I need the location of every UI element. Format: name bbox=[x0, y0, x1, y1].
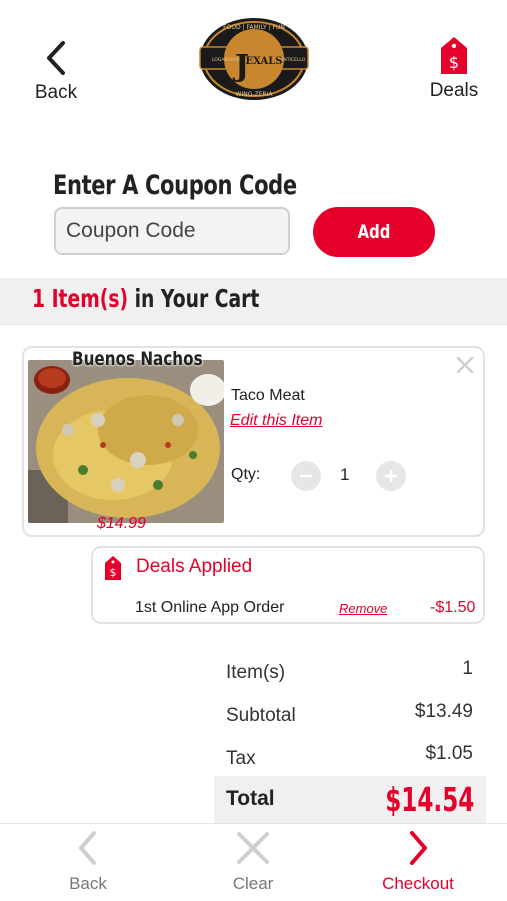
nav-clear-label: Clear bbox=[232, 874, 274, 893]
qty-label: Qty: bbox=[231, 466, 261, 483]
coupon-code-input[interactable] bbox=[54, 207, 290, 255]
item-photo bbox=[28, 360, 224, 523]
deals-applied-title: Deals Applied bbox=[136, 556, 253, 577]
edit-item-link[interactable]: Edit this Item bbox=[230, 412, 322, 430]
deal-name: 1st Online App Order bbox=[135, 599, 285, 616]
x-icon bbox=[237, 832, 269, 864]
summary-tax-value: $1.05 bbox=[425, 743, 473, 764]
summary-subtotal-value: $13.49 bbox=[414, 701, 473, 722]
summary-tax-label: Tax bbox=[226, 748, 256, 769]
chevron-right-icon bbox=[410, 831, 427, 865]
add-coupon-label: Add bbox=[357, 221, 391, 243]
chevron-left-icon bbox=[79, 831, 96, 865]
summary-total-label: Total bbox=[226, 787, 275, 810]
cart-header: 1 Item(s) in Your Cart bbox=[0, 278, 507, 325]
svg-text:$: $ bbox=[110, 566, 117, 579]
header-deals-button[interactable]: $ Deals bbox=[424, 36, 484, 106]
add-coupon-button[interactable]: Add bbox=[313, 207, 435, 257]
price-tag-icon: $ bbox=[441, 37, 467, 74]
minus-icon bbox=[300, 474, 312, 478]
svg-text:$: $ bbox=[449, 53, 459, 72]
plus-icon bbox=[385, 470, 397, 482]
summary-total-value: $14.54 bbox=[384, 780, 474, 819]
logo-top-arc: FOOD | FAMILY | FUN bbox=[223, 24, 285, 31]
restaurant-logo: FOOD | FAMILY | FUN LOGANSPORT MONTICELL… bbox=[198, 16, 310, 102]
nav-back-label: Back bbox=[69, 874, 107, 893]
qty-decrease-button[interactable] bbox=[291, 461, 321, 491]
qty-increase-button[interactable] bbox=[376, 461, 406, 491]
logo-bottom-arc: WING-ZERIA bbox=[236, 91, 274, 98]
close-icon bbox=[456, 356, 474, 374]
cart-suffix: in Your Cart bbox=[134, 284, 260, 313]
header-deals-label: Deals bbox=[429, 80, 479, 101]
logo-brand: EXALS bbox=[245, 56, 282, 67]
item-option: Taco Meat bbox=[231, 387, 305, 404]
item-price: $14.99 bbox=[97, 515, 146, 532]
summary-subtotal-label: Subtotal bbox=[226, 705, 296, 726]
nav-clear-button[interactable]: Clear bbox=[193, 830, 313, 896]
summary-items-label: Item(s) bbox=[226, 662, 286, 683]
qty-value: 1 bbox=[340, 465, 350, 484]
summary-items-value: 1 bbox=[462, 658, 473, 679]
header-back-label: Back bbox=[34, 82, 78, 103]
remove-deal-link[interactable]: Remove bbox=[339, 601, 387, 616]
nav-checkout-button[interactable]: Checkout bbox=[358, 830, 478, 896]
header-back-button[interactable]: Back bbox=[26, 40, 86, 110]
chevron-left-icon bbox=[47, 41, 65, 75]
cart-count: 1 Item(s) bbox=[32, 284, 129, 313]
nav-back-button[interactable]: Back bbox=[28, 830, 148, 896]
coupon-title: Enter A Coupon Code bbox=[53, 170, 297, 201]
item-name: Buenos Nachos bbox=[72, 348, 203, 370]
deal-amount: -$1.50 bbox=[430, 599, 476, 616]
remove-item-button[interactable] bbox=[454, 354, 476, 376]
nav-checkout-label: Checkout bbox=[382, 874, 454, 893]
deal-tag-icon: $ bbox=[104, 555, 122, 581]
